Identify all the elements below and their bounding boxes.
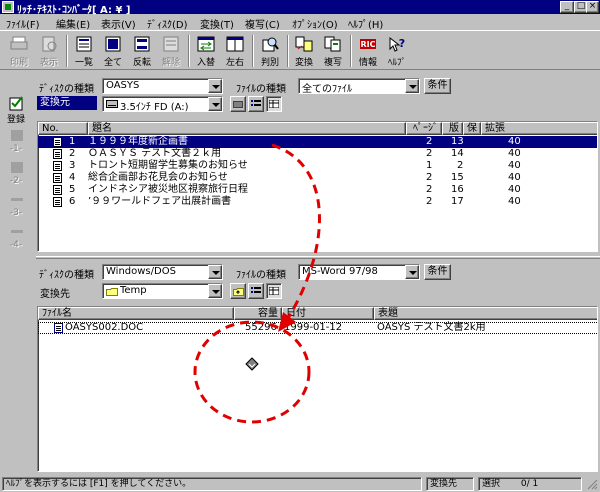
drag-arrowhead bbox=[278, 312, 296, 332]
status-selection-count: 0/ 1 bbox=[520, 479, 539, 489]
status-selection-label: 選択 bbox=[482, 479, 501, 489]
status-help-text: ﾍﾙﾌﾟを表示するには [F1] を押してください。 bbox=[2, 477, 422, 491]
drag-annotation bbox=[193, 143, 321, 424]
drag-cursor-icon bbox=[245, 357, 259, 371]
resize-grip-icon[interactable] bbox=[587, 479, 598, 490]
drop-target-circle bbox=[193, 320, 311, 424]
status-selection-panel: 選択 0/ 1 bbox=[478, 477, 582, 491]
status-mode: 変換先 bbox=[426, 477, 474, 491]
status-bar: ﾍﾙﾌﾟを表示するには [F1] を押してください。 変換先 選択 0/ 1 bbox=[0, 476, 600, 492]
drag-arrow-path bbox=[271, 143, 321, 319]
